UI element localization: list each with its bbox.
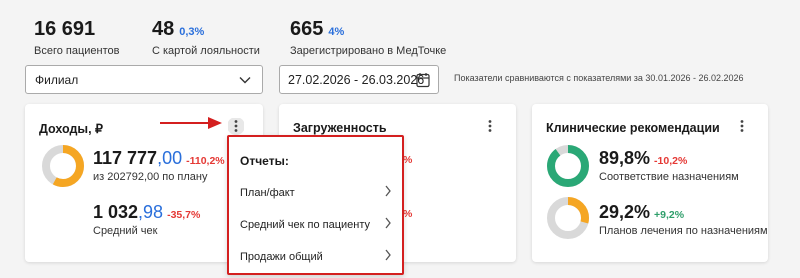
branch-select-value: Филиал (35, 73, 79, 87)
treatment-plans-metric: 29,2% +9,2% Планов лечения по назначениям (599, 202, 768, 237)
avg-check-sub: Средний чек (93, 225, 158, 237)
revenue-sub: из 202792,00 по плану (93, 171, 208, 183)
menu-item-label: Средний чек по пациенту (240, 219, 370, 231)
menu-item-plan-fact[interactable]: План/факт (240, 183, 392, 201)
branch-select[interactable]: Филиал (25, 65, 263, 94)
revenue-int: 117 777 (93, 148, 158, 168)
menu-item-avg-check-per-patient[interactable]: Средний чек по пациенту (240, 215, 392, 233)
treatment-plans-delta: +9,2% (654, 209, 685, 221)
revenue-metric: 117 777,00 -110,2% из 202792,00 по плану (93, 148, 225, 183)
avg-check-delta: -35,7% (167, 209, 201, 221)
compare-note: Показатели сравниваются с показателями з… (454, 73, 744, 83)
income-card-title: Доходы, ₽ (39, 122, 104, 136)
treatment-plans-donut (547, 197, 589, 239)
revenue-donut (42, 145, 84, 187)
reports-menu-title: Отчеты: (240, 154, 289, 168)
stat-total-patients: 16 691 Всего пациентов (34, 18, 120, 57)
stat-pct: 4% (328, 26, 345, 38)
kebab-menu-icon[interactable] (228, 118, 244, 136)
compliance-delta: -10,2% (654, 155, 688, 167)
avg-check-metric: 1 032,98 -35,7% Средний чек (93, 202, 200, 237)
calendar-icon[interactable] (416, 72, 430, 88)
red-arrow-annotation (160, 117, 222, 129)
reports-menu: Отчеты: План/факт Средний чек по пациент… (227, 135, 404, 275)
load-delta-2: % (403, 208, 413, 220)
stat-registered: 665 4% Зарегистрировано в МедТочке (290, 18, 446, 57)
chevron-right-icon (385, 249, 391, 261)
kebab-menu-icon[interactable] (482, 118, 498, 136)
chevron-down-icon (239, 77, 251, 84)
clinical-card: Клинические рекомендации 89,8% -10,2% Соо… (532, 104, 768, 262)
avg-check-int: 1 032 (93, 202, 139, 222)
revenue-dec: ,00 (157, 148, 183, 168)
chevron-right-icon (385, 217, 391, 229)
stat-label: С картой лояльности (152, 45, 260, 57)
stat-value: 16 691 (34, 18, 96, 40)
stat-value: 48 (152, 18, 175, 40)
treatment-plans-value: 29,2% (599, 202, 651, 222)
load-card-title: Загруженность (293, 121, 387, 135)
menu-item-total-sales[interactable]: Продажи общий (240, 247, 392, 265)
menu-item-label: Продажи общий (240, 251, 323, 263)
date-range-picker[interactable]: 27.02.2026 - 26.03.2026 (279, 65, 439, 94)
clinical-card-title: Клинические рекомендации (546, 121, 720, 135)
stat-value: 665 (290, 18, 324, 40)
kebab-menu-icon[interactable] (734, 118, 750, 136)
compliance-metric: 89,8% -10,2% Соответствие назначениям (599, 148, 739, 183)
compliance-value: 89,8% (599, 148, 651, 168)
menu-item-label: План/факт (240, 187, 295, 199)
avg-check-dec: ,98 (138, 202, 164, 222)
stat-label: Зарегистрировано в МедТочке (290, 45, 447, 57)
date-range-value: 27.02.2026 - 26.03.2026 (288, 73, 425, 87)
load-delta-1: % (403, 154, 413, 166)
treatment-plans-sub: Планов лечения по назначениям (599, 225, 768, 237)
stat-label: Всего пациентов (34, 45, 120, 57)
stat-pct: 0,3% (179, 26, 205, 38)
revenue-delta: -110,2% (186, 155, 225, 167)
compliance-sub: Соответствие назначениям (599, 171, 739, 183)
stat-loyalty-card: 48 0,3% С картой лояльности (152, 18, 260, 57)
compliance-donut (547, 145, 589, 187)
chevron-right-icon (385, 185, 391, 197)
